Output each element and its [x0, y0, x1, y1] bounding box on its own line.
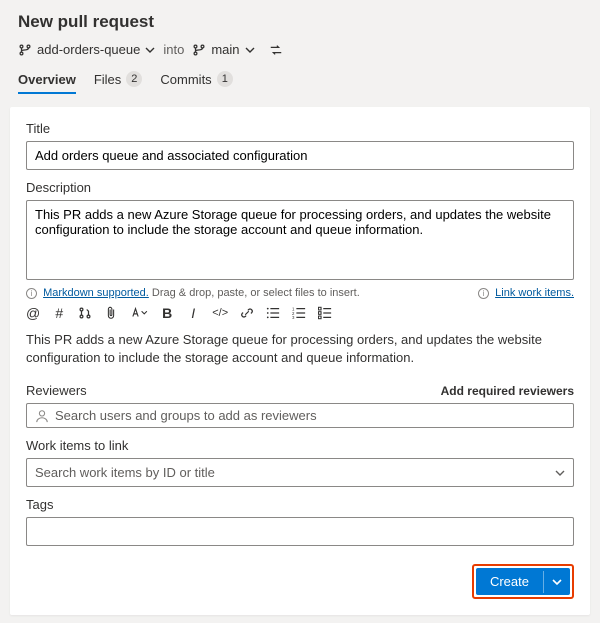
person-icon [35, 409, 49, 423]
numbered-list-button[interactable]: 123 [292, 306, 306, 320]
create-button-highlight: Create [472, 564, 574, 599]
reviewers-label: Reviewers [26, 383, 87, 398]
pr-link-button[interactable] [78, 306, 92, 320]
markdown-toolbar: @ # B I </> 123 [26, 305, 574, 321]
tabs: Overview Files 2 Commits 1 [0, 65, 600, 93]
info-icon: i [478, 288, 489, 299]
tab-label: Overview [18, 72, 76, 87]
bulleted-list-button[interactable] [266, 306, 280, 320]
work-items-label: Work items to link [26, 438, 574, 453]
tab-label: Commits [160, 72, 211, 87]
description-hints: i Markdown supported. Drag & drop, paste… [26, 287, 574, 299]
attachment-button[interactable] [104, 306, 118, 320]
swap-branches-icon[interactable] [269, 43, 283, 57]
workitem-button[interactable]: # [52, 305, 66, 321]
create-button-label: Create [476, 568, 543, 595]
info-icon: i [26, 288, 37, 299]
chevron-down-icon [245, 45, 255, 55]
pr-form-card: Title Description i Markdown supported. … [10, 107, 590, 615]
source-branch-name: add-orders-queue [37, 42, 140, 57]
target-branch-name: main [211, 42, 239, 57]
mention-button[interactable]: @ [26, 305, 40, 321]
into-label: into [163, 42, 184, 57]
markdown-link[interactable]: Markdown supported. [43, 287, 149, 299]
branch-icon [192, 43, 206, 57]
title-label: Title [26, 121, 574, 136]
create-button-split[interactable] [543, 571, 570, 593]
tab-label: Files [94, 72, 121, 87]
link-button[interactable] [240, 306, 254, 320]
create-button[interactable]: Create [476, 568, 570, 595]
add-required-reviewers-link[interactable]: Add required reviewers [441, 384, 574, 398]
page-title: New pull request [18, 12, 582, 32]
tab-files[interactable]: Files 2 [94, 65, 143, 93]
tags-input[interactable] [26, 517, 574, 546]
commits-count-badge: 1 [217, 71, 233, 87]
work-items-placeholder: Search work items by ID or title [35, 465, 215, 480]
bold-button[interactable]: B [160, 305, 174, 321]
branch-icon [18, 43, 32, 57]
text-style-button[interactable] [130, 306, 148, 320]
branch-selector-row: add-orders-queue into main [18, 42, 582, 57]
reviewers-input[interactable] [55, 408, 565, 423]
work-items-select[interactable]: Search work items by ID or title [26, 458, 574, 487]
code-button[interactable]: </> [212, 307, 228, 319]
tab-commits[interactable]: Commits 1 [160, 65, 232, 93]
description-textarea[interactable] [26, 200, 574, 280]
chevron-down-icon [555, 468, 565, 478]
reviewers-input-wrap[interactable] [26, 403, 574, 428]
drag-hint: Drag & drop, paste, or select files to i… [152, 287, 360, 299]
link-work-items-link[interactable]: Link work items. [495, 287, 574, 299]
italic-button[interactable]: I [186, 305, 200, 321]
files-count-badge: 2 [126, 71, 142, 87]
source-branch-selector[interactable]: add-orders-queue [18, 42, 155, 57]
checklist-button[interactable] [318, 306, 332, 320]
description-label: Description [26, 180, 574, 195]
tab-overview[interactable]: Overview [18, 65, 76, 93]
chevron-down-icon [145, 45, 155, 55]
description-preview: This PR adds a new Azure Storage queue f… [26, 331, 574, 367]
title-input[interactable] [26, 141, 574, 170]
target-branch-selector[interactable]: main [192, 42, 254, 57]
tags-label: Tags [26, 497, 574, 512]
svg-text:3: 3 [292, 315, 295, 320]
